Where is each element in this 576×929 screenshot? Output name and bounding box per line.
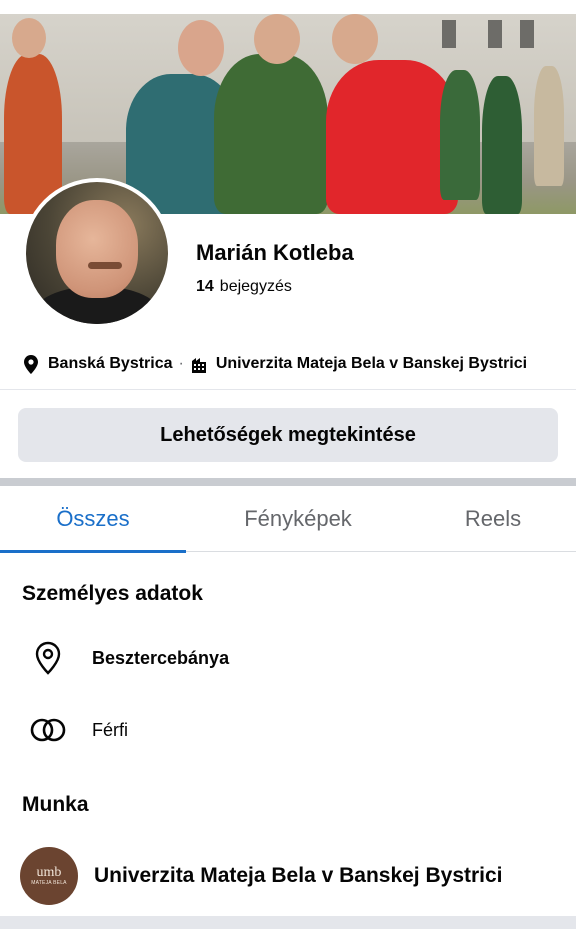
logo-text: umb bbox=[36, 865, 62, 880]
post-count-label: bejegyzés bbox=[219, 278, 292, 295]
profile-name: Marián Kotleba bbox=[196, 240, 354, 265]
view-options-button[interactable]: Lehetőségek megtekintése bbox=[18, 408, 558, 462]
cover-person-head bbox=[332, 14, 378, 64]
cover-person-head bbox=[12, 18, 46, 58]
cover-person bbox=[440, 70, 480, 200]
cover-person bbox=[214, 54, 328, 214]
detail-city: Besztercebánya bbox=[92, 647, 230, 668]
interlocking-rings-icon bbox=[20, 718, 76, 742]
detail-row-city[interactable]: Besztercebánya bbox=[0, 638, 576, 678]
cover-person bbox=[534, 66, 564, 186]
post-count-number: 14 bbox=[196, 278, 214, 295]
divider bbox=[0, 389, 576, 390]
umb-logo-icon: umb MATEJA BELA bbox=[20, 847, 78, 905]
cover-person bbox=[326, 60, 458, 214]
map-pin-icon bbox=[22, 354, 40, 374]
cover-person-head bbox=[254, 14, 300, 64]
tab-reels[interactable]: Reels bbox=[410, 486, 576, 552]
section-separator bbox=[0, 478, 576, 486]
avatar-face bbox=[56, 200, 138, 298]
profile-meta: Banská Bystrica · Univerzita Mateja Bela… bbox=[22, 352, 527, 376]
avatar-mustache bbox=[88, 262, 122, 269]
cover-person-head bbox=[178, 20, 224, 76]
cover-window bbox=[520, 20, 534, 48]
cover-window bbox=[488, 20, 502, 48]
bottom-separator bbox=[0, 916, 576, 929]
cover-window bbox=[442, 20, 456, 48]
work-title: Munka bbox=[22, 793, 89, 816]
detail-gender: Férfi bbox=[92, 719, 128, 740]
cover-person bbox=[482, 76, 522, 214]
personal-details-title: Személyes adatok bbox=[22, 582, 203, 605]
profile-tabs: Összes Fényképek Reels bbox=[0, 486, 576, 553]
work-employer: Univerzita Mateja Bela v Banskej Bystric… bbox=[94, 864, 503, 887]
meta-separator: · bbox=[178, 355, 184, 372]
building-icon bbox=[190, 354, 208, 374]
map-pin-icon bbox=[20, 641, 76, 675]
detail-row-gender: Férfi bbox=[0, 710, 576, 750]
avatar-photo bbox=[26, 182, 168, 324]
logo-subtext: MATEJA BELA bbox=[31, 880, 67, 886]
meta-workplace[interactable]: Univerzita Mateja Bela v Banskej Bystric… bbox=[216, 355, 527, 373]
tab-photos[interactable]: Fényképek bbox=[186, 486, 410, 552]
meta-location[interactable]: Banská Bystrica bbox=[48, 355, 173, 373]
post-count[interactable]: 14 bejegyzés bbox=[196, 278, 292, 296]
tab-all[interactable]: Összes bbox=[0, 486, 186, 553]
profile-avatar[interactable] bbox=[22, 178, 172, 328]
cover-person bbox=[4, 54, 62, 214]
work-row[interactable]: umb MATEJA BELA Univerzita Mateja Bela v… bbox=[0, 846, 576, 906]
